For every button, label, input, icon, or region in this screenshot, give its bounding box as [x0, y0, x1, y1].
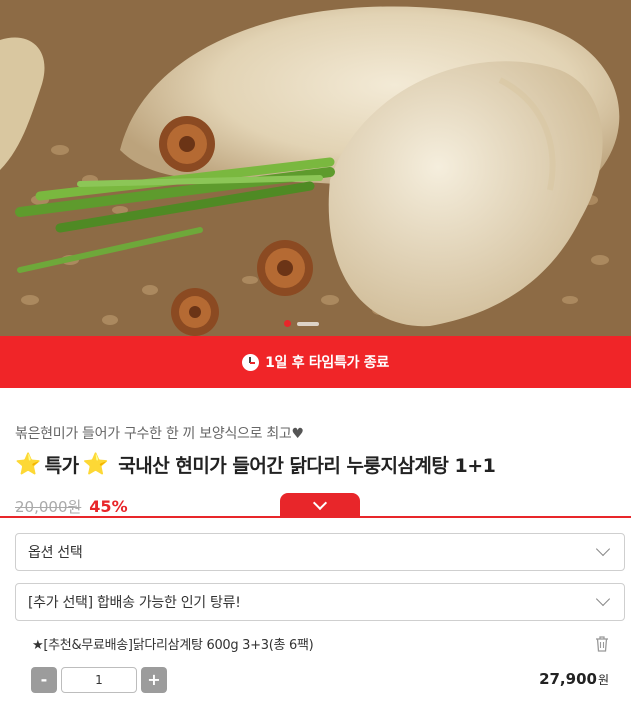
carousel-dot-active[interactable] — [284, 320, 291, 327]
carousel-indicator — [284, 320, 319, 327]
time-sale-text: 1일 후 타임특가 종료 — [265, 355, 389, 371]
chevron-down-icon — [595, 541, 611, 557]
chevron-down-icon — [595, 591, 611, 607]
product-subtitle-text: 볶은현미가 들어가 구수한 한 끼 보양식으로 최고 — [15, 426, 292, 442]
carousel-dot[interactable] — [297, 321, 319, 326]
quantity-stepper: - + — [31, 667, 167, 693]
star-icon: ⭐ — [15, 452, 41, 476]
price-row: 20,000원 45% — [15, 496, 128, 517]
quantity-input[interactable] — [61, 667, 137, 693]
quantity-minus-button[interactable]: - — [31, 667, 57, 693]
extra-option-select-label: [추가 선택] 합배송 가능한 인기 탕류! — [28, 595, 241, 611]
product-hero-image[interactable] — [0, 0, 631, 336]
quantity-plus-button[interactable]: + — [141, 667, 167, 693]
star-icon: ⭐ — [82, 452, 109, 476]
price-unit: 원 — [597, 673, 609, 687]
option-panel-toggle-button[interactable] — [280, 493, 360, 517]
selected-item-name: ★[추천&무료배송]닭다리삼계탕 600g 3+3(총 6팩) — [32, 638, 314, 653]
chevron-down-icon — [312, 495, 328, 510]
heart-icon: ♥ — [291, 426, 305, 442]
price-amount: 27,900 — [539, 670, 597, 688]
product-name: 국내산 현미가 들어간 닭다리 누룽지삼계탕 1+1 — [118, 455, 496, 477]
original-price: 20,000원 — [15, 498, 82, 516]
option-select-label: 옵션 선택 — [28, 545, 83, 561]
time-sale-banner: 1일 후 타임특가 종료 — [0, 336, 631, 388]
trash-icon[interactable] — [594, 635, 610, 653]
product-title: ⭐ 특가 ⭐ 국내산 현미가 들어간 닭다리 누룽지삼계탕 1+1 — [15, 451, 496, 478]
option-select[interactable]: 옵션 선택 — [15, 533, 625, 571]
clock-icon — [242, 353, 260, 371]
samgyetang-photo — [0, 0, 631, 336]
product-subtitle: 볶은현미가 들어가 구수한 한 끼 보양식으로 최고♥ — [15, 423, 304, 443]
discount-rate: 45% — [89, 497, 128, 516]
sale-badge: 특가 — [44, 455, 79, 477]
extra-option-select[interactable]: [추가 선택] 합배송 가능한 인기 탕류! — [15, 583, 625, 621]
selected-item-price: 27,900 원 — [539, 670, 609, 688]
